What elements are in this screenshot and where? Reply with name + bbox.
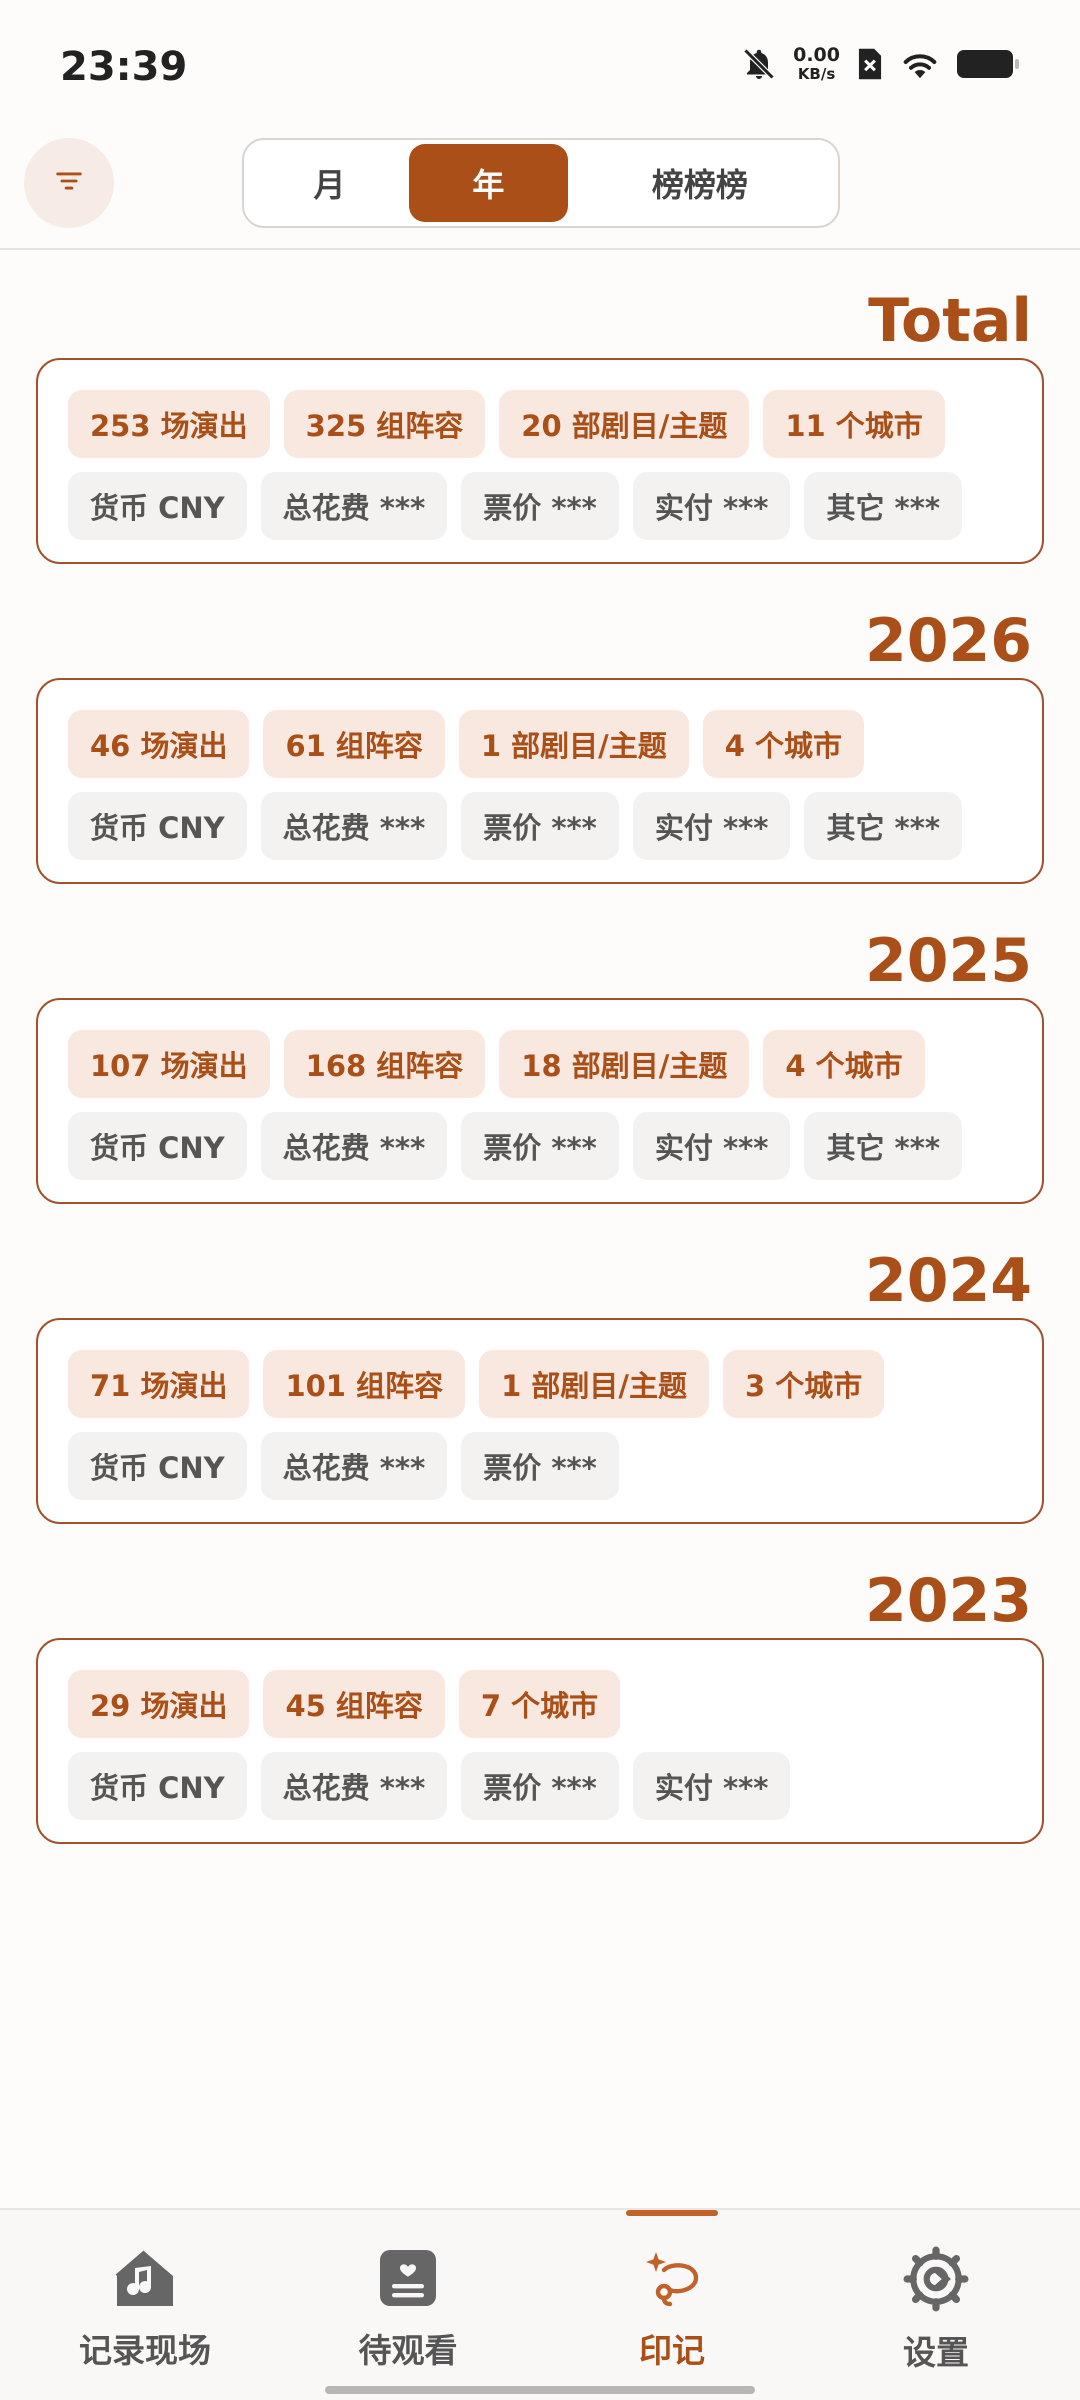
cities-chip: 7 个城市 — [458, 1670, 621, 1738]
gesture-bar[interactable] — [325, 2386, 755, 2394]
section-title: 2025 — [865, 926, 1032, 996]
casts-chip: 325 组阵容 — [283, 390, 486, 458]
cities-chip: 4 个城市 — [702, 710, 865, 778]
performances-chip: 71 场演出 — [68, 1350, 250, 1418]
total-spend-chip: 总花费 *** — [260, 472, 448, 540]
stats-card: 253 场演出 325 组阵容 20 部剧目/主题 11 个城市 货币 CNY … — [36, 358, 1044, 564]
spending-row: 货币 CNY 总花费 *** 票价 *** 实付 *** 其它 *** — [68, 1112, 1016, 1180]
section-total: Total 253 场演出 325 组阵容 20 部剧目/主题 11 个城市 货… — [0, 288, 1080, 564]
total-spend-chip: 总花费 *** — [260, 1432, 448, 1500]
bell-off-icon — [741, 46, 777, 82]
paid-chip: 实付 *** — [632, 472, 791, 540]
section-2026: 2026 46 场演出 61 组阵容 1 部剧目/主题 4 个城市 货币 CNY… — [0, 608, 1080, 884]
spending-row: 货币 CNY 总花费 *** 票价 *** — [68, 1432, 1016, 1500]
shows-chip: 1 部剧目/主题 — [479, 1350, 709, 1418]
top-bar: 月 年 榜榜榜 — [0, 130, 1080, 250]
nav-label: 设置 — [903, 2333, 969, 2372]
ticket-price-chip: 票价 *** — [461, 792, 619, 860]
total-spend-chip: 总花费 *** — [260, 792, 448, 860]
spending-row: 货币 CNY 总花费 *** 票价 *** 实付 *** 其它 *** — [68, 792, 1016, 860]
period-tabs: 月 年 榜榜榜 — [242, 138, 840, 228]
section-title: 2026 — [865, 606, 1032, 676]
bottom-nav: 记录现场 待观看 印记 设置 — [0, 2208, 1080, 2400]
section-2025: 2025 107 场演出 168 组阵容 18 部剧目/主题 4 个城市 货币 … — [0, 928, 1080, 1204]
network-speed-value: 0.00 — [793, 44, 840, 66]
network-speed-unit: KB/s — [797, 65, 836, 83]
other-chip: 其它 *** — [804, 472, 963, 540]
nav-label: 记录现场 — [79, 2331, 211, 2370]
other-chip: 其它 *** — [804, 792, 963, 860]
casts-chip: 101 组阵容 — [263, 1350, 466, 1418]
highlight-row: 107 场演出 168 组阵容 18 部剧目/主题 4 个城市 — [68, 1030, 1016, 1098]
section-title: 2024 — [865, 1246, 1032, 1316]
section-2023: 2023 29 场演出 45 组阵容 7 个城市 货币 CNY 总花费 *** … — [0, 1568, 1080, 1844]
ticket-price-chip: 票价 *** — [461, 1432, 619, 1500]
stats-card: 107 场演出 168 组阵容 18 部剧目/主题 4 个城市 货币 CNY 总… — [36, 998, 1044, 1204]
wifi-icon — [900, 47, 940, 81]
section-title: 2023 — [865, 1566, 1032, 1636]
nav-item-imprint[interactable]: 印记 — [562, 2246, 782, 2376]
total-spend-chip: 总花费 *** — [260, 1112, 448, 1180]
performances-chip: 107 场演出 — [68, 1030, 270, 1098]
currency-chip: 货币 CNY — [68, 1432, 247, 1500]
shows-chip: 18 部剧目/主题 — [499, 1030, 750, 1098]
tab-month[interactable]: 月 — [250, 144, 409, 222]
spending-row: 货币 CNY 总花费 *** 票价 *** 实付 *** — [68, 1752, 1016, 1820]
nav-item-settings[interactable]: 设置 — [826, 2246, 1046, 2376]
paid-chip: 实付 *** — [632, 792, 791, 860]
casts-chip: 168 组阵容 — [283, 1030, 486, 1098]
cities-chip: 11 个城市 — [763, 390, 945, 458]
active-tab-indicator — [626, 2210, 718, 2216]
casts-chip: 45 组阵容 — [263, 1670, 445, 1738]
battery-icon — [956, 47, 1020, 81]
spending-row: 货币 CNY 总花费 *** 票价 *** 实付 *** 其它 *** — [68, 472, 1016, 540]
performances-chip: 29 场演出 — [68, 1670, 250, 1738]
tab-ranking[interactable]: 榜榜榜 — [568, 144, 832, 222]
filter-button[interactable] — [24, 138, 114, 228]
casts-chip: 61 组阵容 — [263, 710, 445, 778]
status-time: 23:39 — [60, 44, 188, 90]
total-spend-chip: 总花费 *** — [260, 1752, 448, 1820]
network-speed: 0.00 KB/s — [793, 46, 840, 82]
stats-card: 46 场演出 61 组阵容 1 部剧目/主题 4 个城市 货币 CNY 总花费 … — [36, 678, 1044, 884]
stats-card: 29 场演出 45 组阵容 7 个城市 货币 CNY 总花费 *** 票价 **… — [36, 1638, 1044, 1844]
highlight-row: 71 场演出 101 组阵容 1 部剧目/主题 3 个城市 — [68, 1350, 1016, 1418]
stats-list: Total 253 场演出 325 组阵容 20 部剧目/主题 11 个城市 货… — [0, 252, 1080, 1844]
ticket-price-chip: 票价 *** — [461, 472, 619, 540]
currency-chip: 货币 CNY — [68, 792, 247, 860]
currency-chip: 货币 CNY — [68, 1112, 247, 1180]
highlight-row: 29 场演出 45 组阵容 7 个城市 — [68, 1670, 1016, 1738]
currency-chip: 货币 CNY — [68, 472, 247, 540]
nav-item-record[interactable]: 记录现场 — [35, 2246, 255, 2376]
cities-chip: 3 个城市 — [722, 1350, 885, 1418]
shows-chip: 20 部剧目/主题 — [499, 390, 750, 458]
other-chip: 其它 *** — [804, 1112, 963, 1180]
ticket-price-chip: 票价 *** — [461, 1752, 619, 1820]
no-sim-icon — [856, 46, 884, 82]
section-title: Total — [868, 286, 1032, 356]
nav-label: 印记 — [639, 2331, 705, 2370]
status-icons: 0.00 KB/s — [741, 46, 1020, 82]
cities-chip: 4 个城市 — [763, 1030, 925, 1098]
highlight-row: 253 场演出 325 组阵容 20 部剧目/主题 11 个城市 — [68, 390, 1016, 458]
stats-card: 71 场演出 101 组阵容 1 部剧目/主题 3 个城市 货币 CNY 总花费… — [36, 1318, 1044, 1524]
nav-label: 待观看 — [358, 2331, 458, 2370]
performances-chip: 253 场演出 — [68, 390, 270, 458]
nav-item-watchlist[interactable]: 待观看 — [298, 2246, 518, 2376]
paid-chip: 实付 *** — [632, 1112, 791, 1180]
paid-chip: 实付 *** — [632, 1752, 791, 1820]
list-card-icon — [376, 2246, 440, 2314]
home-music-icon — [111, 2246, 179, 2314]
tab-year[interactable]: 年 — [408, 144, 568, 222]
highlight-row: 46 场演出 61 组阵容 1 部剧目/主题 4 个城市 — [68, 710, 1016, 778]
currency-chip: 货币 CNY — [68, 1752, 247, 1820]
section-2024: 2024 71 场演出 101 组阵容 1 部剧目/主题 3 个城市 货币 CN… — [0, 1248, 1080, 1524]
sparkle-lasso-icon — [640, 2246, 704, 2314]
gear-icon — [903, 2246, 969, 2316]
shows-chip: 1 部剧目/主题 — [458, 710, 689, 778]
ticket-price-chip: 票价 *** — [461, 1112, 619, 1180]
status-bar: 23:39 0.00 KB/s — [0, 0, 1080, 130]
filter-icon — [52, 164, 86, 202]
performances-chip: 46 场演出 — [68, 710, 250, 778]
